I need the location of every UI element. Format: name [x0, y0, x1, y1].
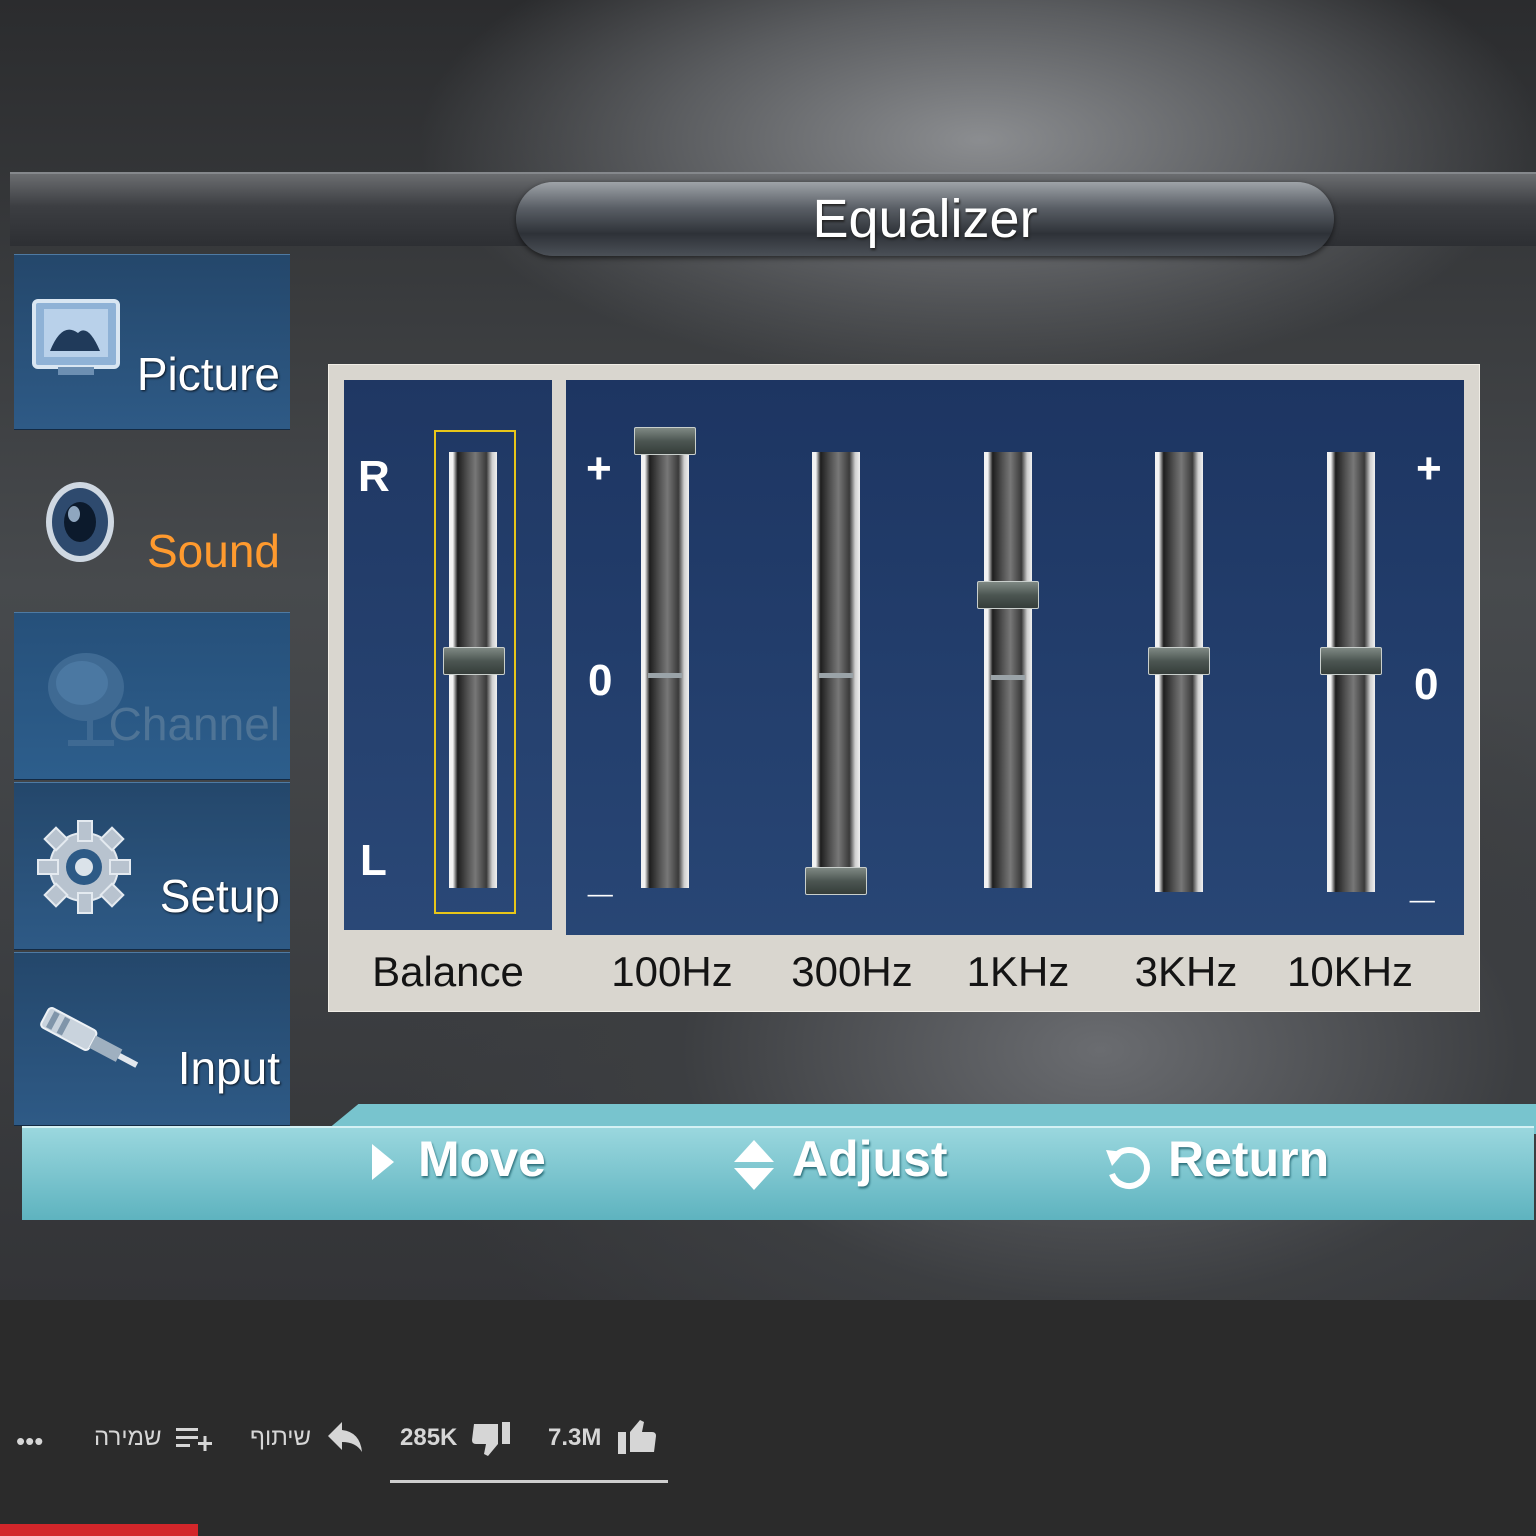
balance-right-label: R	[358, 452, 390, 501]
band-10khz-thumb[interactable]	[1320, 647, 1382, 675]
share-label[interactable]: שיתוף	[250, 1424, 311, 1452]
nav-label-channel: Channel	[108, 698, 280, 750]
thumbs-down-icon[interactable]	[470, 1418, 514, 1458]
rca-plug-icon	[40, 1006, 139, 1068]
eq-minus-left: _	[588, 852, 613, 901]
nav-label-setup: Setup	[159, 870, 280, 922]
add-to-playlist-icon[interactable]	[174, 1424, 214, 1452]
thumbs-up-icon[interactable]	[614, 1418, 658, 1458]
nav-label-input: Input	[177, 1042, 280, 1094]
right-arrow-icon	[372, 1144, 394, 1180]
help-return: Return	[1168, 1131, 1330, 1187]
balance-left-label: L	[360, 836, 387, 885]
band-3khz-thumb[interactable]	[1148, 647, 1210, 675]
nav-item-input[interactable]: Input	[14, 952, 290, 1126]
balance-label: Balance	[372, 948, 524, 995]
share-icon[interactable]	[326, 1420, 364, 1454]
balance-slider-thumb[interactable]	[443, 647, 505, 675]
band-1khz-track[interactable]	[984, 452, 1032, 888]
eq-plus-left: +	[586, 444, 612, 493]
youtube-action-strip	[0, 1300, 1536, 1536]
nav-item-picture[interactable]: Picture	[14, 254, 290, 430]
eq-plus-right: +	[1416, 444, 1442, 493]
band-300hz-thumb[interactable]	[805, 867, 867, 895]
band-100hz-thumb[interactable]	[634, 427, 696, 455]
menu-title: Equalizer	[812, 189, 1038, 249]
speaker-icon	[46, 482, 114, 562]
dislike-count: 285K	[400, 1424, 458, 1451]
eq-zero-right: 0	[1414, 660, 1439, 709]
video-progress-bar	[0, 1524, 198, 1536]
nav-label-picture: Picture	[136, 348, 280, 400]
like-dislike-ratio-bar	[390, 1480, 668, 1483]
save-label[interactable]: שמירה	[94, 1424, 162, 1452]
help-adjust: Adjust	[792, 1131, 948, 1187]
eq-zero-left: 0	[588, 656, 613, 705]
nav-label-sound: Sound	[146, 525, 280, 577]
band-100hz-label: 100Hz	[611, 948, 733, 995]
help-move: Move	[418, 1131, 546, 1187]
band-1khz-thumb[interactable]	[977, 581, 1039, 609]
picture-icon	[32, 299, 120, 375]
band-300hz-zero-mark	[819, 673, 853, 678]
nav-item-sound[interactable]: Sound	[14, 440, 290, 608]
more-options-button[interactable]: •••	[16, 1426, 43, 1457]
eq-minus-right: _	[1410, 858, 1435, 907]
band-300hz-track[interactable]	[812, 452, 860, 888]
like-count: 7.3M	[548, 1424, 602, 1451]
band-10khz-label: 10KHz	[1286, 948, 1414, 995]
nav-item-channel[interactable]: Channel	[14, 612, 290, 780]
band-100hz-track[interactable]	[641, 452, 689, 888]
band-1khz-zero-mark	[991, 675, 1025, 680]
band-100hz-zero-mark	[648, 673, 682, 678]
up-down-arrow-icon	[734, 1140, 774, 1190]
gear-icon	[37, 820, 131, 914]
nav-item-setup[interactable]: Setup	[14, 782, 290, 950]
return-icon	[1106, 1147, 1150, 1189]
